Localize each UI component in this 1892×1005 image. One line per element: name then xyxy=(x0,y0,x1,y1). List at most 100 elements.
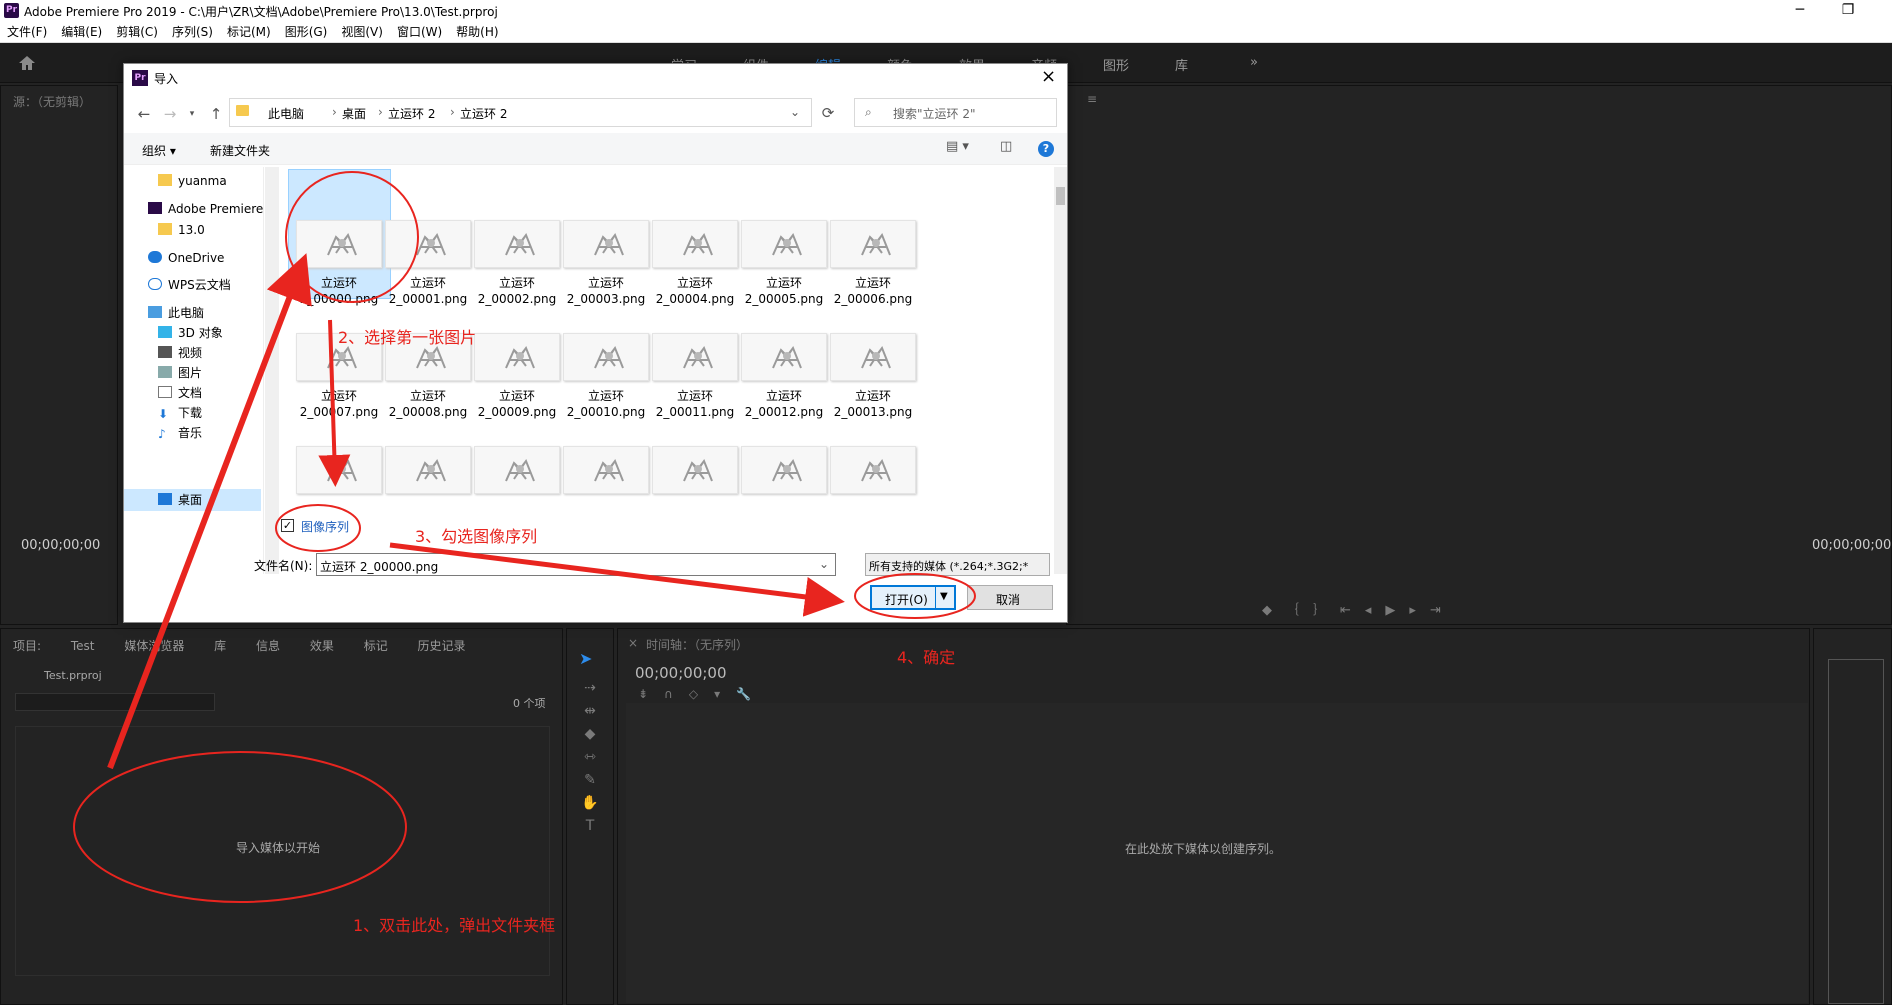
command-bar: 组织 ▾ 新建文件夹 ▤ ▾ ◫ ? xyxy=(124,133,1067,165)
file-name: 立运环 2_00006.png xyxy=(833,276,913,306)
tab-markers[interactable]: 标记 xyxy=(364,639,388,653)
file-name: 立运环 2_00012.png xyxy=(744,389,824,419)
tree-scrollbar[interactable] xyxy=(265,167,279,574)
menu-view[interactable]: 视图(V) xyxy=(334,22,390,42)
minimize-button[interactable]: ─ xyxy=(1782,0,1818,22)
open-options-icon[interactable]: ▼ xyxy=(940,591,948,602)
file-grid-scrollbar[interactable] xyxy=(1054,167,1067,574)
image-preview xyxy=(563,220,649,268)
menu-sequence[interactable]: 序列(S) xyxy=(165,22,220,42)
organize-button[interactable]: 组织 ▾ xyxy=(142,142,176,159)
tab-info[interactable]: 信息 xyxy=(256,639,280,653)
menu-graphics[interactable]: 图形(G) xyxy=(278,22,335,42)
file-name: 立运环 2_00004.png xyxy=(655,276,735,306)
project-search-input[interactable] xyxy=(15,693,215,711)
scrollbar-thumb[interactable] xyxy=(1056,187,1065,205)
project-panel-tabs[interactable]: 项目: Test 媒体浏览器 库 信息 效果 标记 历史记录 xyxy=(13,637,466,654)
file-name: 立运环 2_00008.png xyxy=(388,389,468,419)
tree-item-onedrive[interactable]: OneDrive xyxy=(148,247,224,269)
image-preview xyxy=(474,220,560,268)
workspaces-overflow-icon[interactable]: » xyxy=(1250,55,1258,70)
project-file-name: Test.prproj xyxy=(44,669,102,682)
image-sequence-label[interactable]: 图像序列 xyxy=(301,518,349,535)
filetype-select[interactable]: 所有支持的媒体 (*.264;*.3G2;* xyxy=(865,553,1050,576)
tree-item-music[interactable]: ♪ 音乐 xyxy=(158,422,202,444)
menu-help[interactable]: 帮助(H) xyxy=(449,22,505,42)
file-name: 立运环 2_00013.png xyxy=(833,389,913,419)
image-preview xyxy=(741,333,827,381)
tool-icons[interactable]: ⇢ ⇹ ◆ ⇿ ✎ ✋ T xyxy=(580,677,600,838)
image-sequence-checkbox[interactable]: ✓ xyxy=(281,519,294,532)
image-preview xyxy=(741,446,827,494)
forward-arrow-icon[interactable]: → xyxy=(158,102,182,126)
breadcrumb-this-pc[interactable]: 此电脑 xyxy=(268,105,304,122)
tab-library[interactable]: 库 xyxy=(214,639,226,653)
file-name: 立运环 2_00007.png xyxy=(299,389,379,419)
workspace-tab-graphics[interactable]: 图形 xyxy=(1103,55,1129,74)
breadcrumb-subfolder[interactable]: 立运环 2 xyxy=(460,105,507,122)
address-bar[interactable]: 此电脑 › 桌面 › 立运环 2 › 立运环 2 ⌄ xyxy=(229,98,812,127)
tab-media-browser[interactable]: 媒体浏览器 xyxy=(124,639,184,653)
workspace-tab-libraries[interactable]: 库 xyxy=(1175,55,1188,74)
selection-tool-icon[interactable]: ➤ xyxy=(579,649,592,668)
help-icon[interactable]: ? xyxy=(1038,141,1054,157)
import-media-placeholder[interactable]: 导入媒体以开始 xyxy=(236,839,320,856)
program-timecode[interactable]: 00;00;00;00 xyxy=(1812,538,1891,553)
filename-input[interactable]: 立运环 2_00000.png ⌄ xyxy=(316,553,836,576)
dialog-title: 导入 xyxy=(154,72,179,86)
refresh-icon[interactable]: ⟳ xyxy=(816,101,840,125)
filename-dropdown-icon[interactable]: ⌄ xyxy=(819,557,829,571)
close-icon[interactable]: × xyxy=(1041,66,1056,87)
menu-markers[interactable]: 标记(M) xyxy=(220,22,278,42)
new-folder-button[interactable]: 新建文件夹 xyxy=(210,142,270,159)
tree-item-videos[interactable]: 视频 xyxy=(158,342,202,364)
menu-edit[interactable]: 编辑(E) xyxy=(54,22,109,42)
chevron-down-icon[interactable]: ⌄ xyxy=(790,105,800,119)
tree-item-pictures[interactable]: 图片 xyxy=(158,362,202,384)
timeline-timecode[interactable]: 00;00;00;00 xyxy=(635,664,727,682)
tree-item-3d-objects[interactable]: 3D 对象 xyxy=(158,322,223,344)
image-preview xyxy=(563,446,649,494)
menu-window[interactable]: 窗口(W) xyxy=(390,22,449,42)
view-options-icon[interactable]: ▤ ▾ xyxy=(946,139,969,154)
tree-item-wps-cloud[interactable]: WPS云文档 xyxy=(148,274,231,296)
tree-item-this-pc[interactable]: 此电脑 xyxy=(148,302,204,324)
cancel-button[interactable]: 取消 xyxy=(967,585,1053,610)
tree-item-yuanma[interactable]: yuanma xyxy=(158,170,227,192)
tree-item-desktop[interactable]: 桌面 xyxy=(158,489,202,511)
open-button[interactable]: 打开(O) ▼ xyxy=(870,585,956,610)
tree-item-documents[interactable]: 文档 xyxy=(158,382,202,404)
tree-item-downloads[interactable]: ⬇ 下载 xyxy=(158,402,202,424)
timeline-close-icon[interactable]: × xyxy=(628,636,638,650)
source-timecode[interactable]: 00;00;00;00 xyxy=(21,538,100,553)
breadcrumb-desktop[interactable]: 桌面 xyxy=(342,105,366,122)
audio-meter-panel xyxy=(1813,628,1892,1005)
project-panel: 项目: Test 媒体浏览器 库 信息 效果 标记 历史记录 Test.prpr… xyxy=(0,628,563,1005)
timeline-placeholder: 在此处放下媒体以创建序列。 xyxy=(1125,842,1282,856)
restore-button[interactable]: ❐ xyxy=(1830,0,1866,22)
tree-item-13[interactable]: 13.0 xyxy=(158,219,205,241)
timeline-tool-icons[interactable]: ⇟∩◇▾🔧 xyxy=(638,687,767,701)
tree-item-adobe-premiere[interactable]: Adobe Premiere xyxy=(148,198,263,220)
playback-controls[interactable]: ◆｛｝⇤◂▶▸⇥ xyxy=(1262,599,1455,618)
window-titlebar: Pr Adobe Premiere Pro 2019 - C:\用户\ZR\文档… xyxy=(0,0,1892,22)
breadcrumb-folder[interactable]: 立运环 2 xyxy=(388,105,435,122)
tools-panel: ➤ ⇢ ⇹ ◆ ⇿ ✎ ✋ T xyxy=(566,628,614,1005)
tab-history[interactable]: 历史记录 xyxy=(418,639,466,653)
source-panel-title[interactable]: 源：（无剪辑） xyxy=(13,93,91,110)
annotation-step4: 4、确定 xyxy=(897,648,956,667)
search-box[interactable]: ⌕ 搜索"立运环 2" xyxy=(854,98,1057,127)
back-arrow-icon[interactable]: ← xyxy=(132,102,156,126)
up-arrow-icon[interactable]: ↑ xyxy=(204,102,228,126)
menu-file[interactable]: 文件(F) xyxy=(0,22,54,42)
filename-value: 立运环 2_00000.png xyxy=(320,560,439,574)
recent-locations-icon[interactable]: ▾ xyxy=(180,102,204,126)
tab-effects[interactable]: 效果 xyxy=(310,639,334,653)
preview-pane-icon[interactable]: ◫ xyxy=(1000,139,1012,154)
panel-menu-icon[interactable]: ≡ xyxy=(1087,92,1097,106)
home-icon[interactable] xyxy=(18,55,36,71)
menu-clip[interactable]: 剪辑(C) xyxy=(109,22,165,42)
timeline-title[interactable]: 时间轴：（无序列） xyxy=(646,636,748,653)
tab-project[interactable]: 项目: Test xyxy=(13,639,95,653)
image-preview xyxy=(474,446,560,494)
